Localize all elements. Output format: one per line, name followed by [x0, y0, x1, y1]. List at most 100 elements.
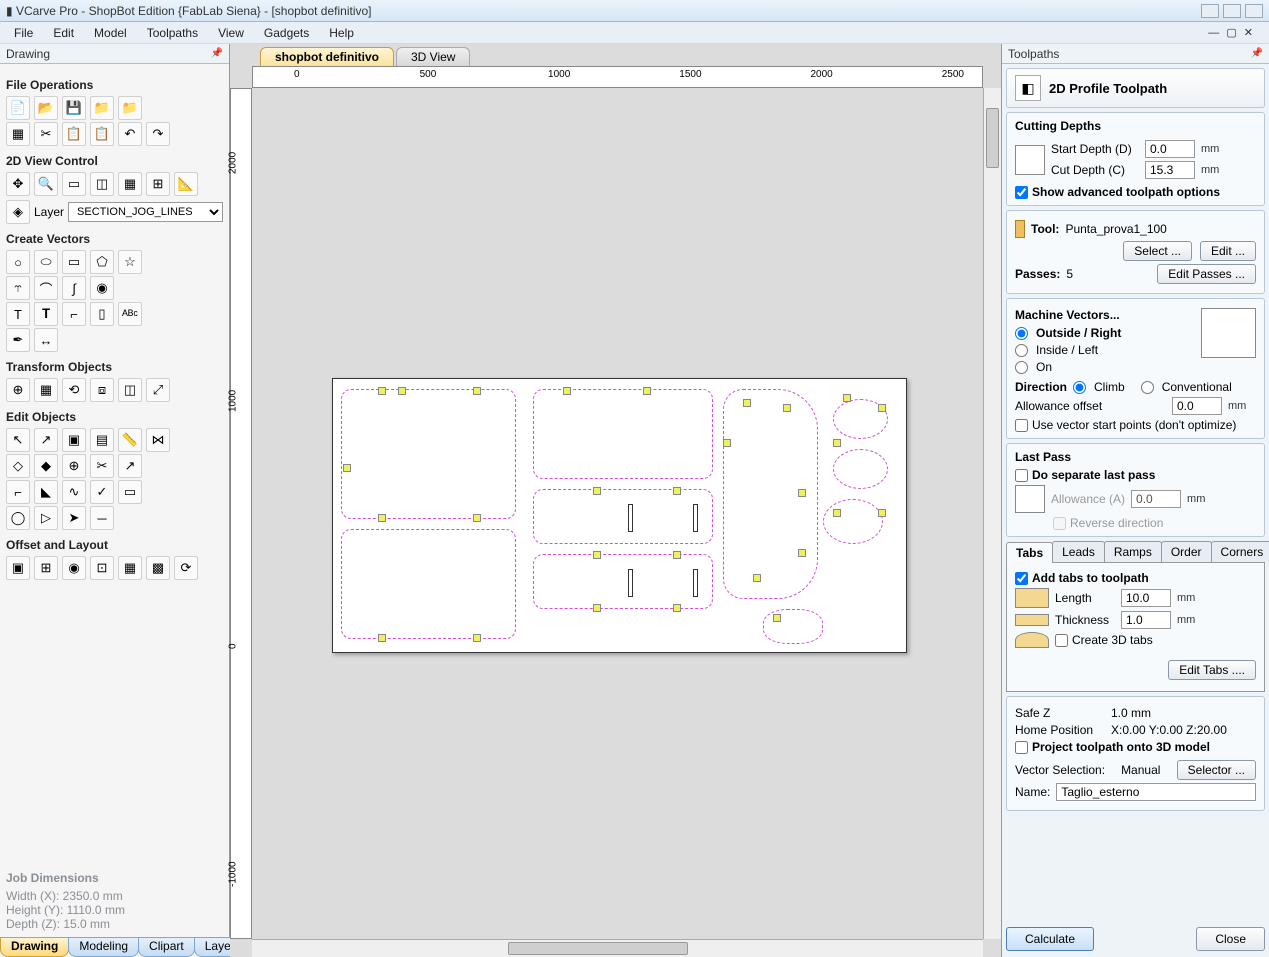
- inside-radio[interactable]: [1015, 344, 1028, 357]
- select-icon[interactable]: ↖: [6, 428, 30, 452]
- mirror-icon[interactable]: ⧈: [90, 378, 114, 402]
- snap-icon[interactable]: ⊞: [146, 172, 170, 196]
- undo-icon[interactable]: ↶: [118, 122, 142, 146]
- mdi-controls[interactable]: — ▢ ✕: [1198, 26, 1265, 39]
- vec-boundary-icon[interactable]: ▭: [118, 480, 142, 504]
- zoom-sel-icon[interactable]: ▭: [62, 172, 86, 196]
- conventional-radio[interactable]: [1141, 381, 1154, 394]
- zoom-fit-icon[interactable]: 🔍: [34, 172, 58, 196]
- use-start-points-checkbox[interactable]: [1015, 419, 1028, 432]
- copy-icon[interactable]: 📋: [62, 122, 86, 146]
- save-file-icon[interactable]: 💾: [62, 96, 86, 120]
- spiral-icon[interactable]: ◉: [90, 276, 114, 300]
- selector-button[interactable]: Selector ...: [1177, 760, 1256, 780]
- align-icon[interactable]: ▦: [34, 378, 58, 402]
- layer-select[interactable]: SECTION_JOG_LINES: [68, 202, 223, 222]
- guide-icon[interactable]: ▦: [118, 172, 142, 196]
- text-box-icon[interactable]: 𝐓: [34, 302, 58, 326]
- toolpath-name-input[interactable]: [1056, 783, 1256, 801]
- edit-passes-button[interactable]: Edit Passes ...: [1157, 264, 1256, 284]
- fillet-icon[interactable]: ⌐: [6, 480, 30, 504]
- subtab-order[interactable]: Order: [1161, 541, 1212, 562]
- layer-icon[interactable]: ◈: [6, 200, 30, 224]
- polygon-icon[interactable]: ⬠: [90, 250, 114, 274]
- extend-icon[interactable]: ↗: [118, 454, 142, 478]
- ellipse-icon[interactable]: ⬭: [34, 250, 58, 274]
- group-icon[interactable]: ▣: [62, 428, 86, 452]
- arrow-icon[interactable]: ➤: [62, 506, 86, 530]
- open-file-icon[interactable]: 📂: [34, 96, 58, 120]
- weld-icon[interactable]: ⊕: [62, 454, 86, 478]
- open-vec-icon[interactable]: ◆: [34, 454, 58, 478]
- subtab-corners[interactable]: Corners: [1211, 541, 1269, 562]
- close-button[interactable]: [1245, 4, 1263, 18]
- select-tool-button[interactable]: Select ...: [1123, 241, 1192, 261]
- pin-icon[interactable]: 📌: [1251, 48, 1263, 59]
- cut-depth-input[interactable]: [1145, 161, 1195, 179]
- view-tab-3d[interactable]: 3D View: [396, 47, 470, 66]
- pin-icon[interactable]: 📌: [211, 48, 223, 59]
- star-icon[interactable]: ☆: [118, 250, 142, 274]
- circle-icon[interactable]: ○: [6, 250, 30, 274]
- import2-icon[interactable]: 📁: [118, 96, 142, 120]
- arc-icon[interactable]: ⌒: [34, 276, 58, 300]
- show-advanced-checkbox[interactable]: [1015, 186, 1028, 199]
- cut-icon[interactable]: ✂: [34, 122, 58, 146]
- zoom-window-icon[interactable]: ◫: [90, 172, 114, 196]
- menu-help[interactable]: Help: [319, 26, 364, 40]
- tab-clipart[interactable]: Clipart: [138, 937, 195, 957]
- array-icon[interactable]: ⊞: [34, 556, 58, 580]
- add-tabs-checkbox[interactable]: [1015, 572, 1028, 585]
- tab-thickness-input[interactable]: [1121, 611, 1171, 629]
- plate-icon[interactable]: ▦: [118, 556, 142, 580]
- close-panel-button[interactable]: Close: [1196, 927, 1265, 951]
- menu-model[interactable]: Model: [84, 26, 137, 40]
- polyline-icon[interactable]: ⥾: [6, 276, 30, 300]
- redo-icon[interactable]: ↷: [146, 122, 170, 146]
- menu-file[interactable]: File: [4, 26, 43, 40]
- import-icon[interactable]: 📁: [90, 96, 114, 120]
- separate-last-pass-checkbox[interactable]: [1015, 469, 1028, 482]
- tab-length-input[interactable]: [1121, 589, 1171, 607]
- scrollbar-vertical[interactable]: [983, 88, 1001, 939]
- menu-edit[interactable]: Edit: [43, 26, 84, 40]
- job-setup-icon[interactable]: ▦: [6, 122, 30, 146]
- join-icon[interactable]: ⋈: [146, 428, 170, 452]
- tab-modeling[interactable]: Modeling: [68, 937, 139, 957]
- trim-icon[interactable]: ✂: [90, 454, 114, 478]
- close-vec-icon[interactable]: ◇: [6, 454, 30, 478]
- validate-icon[interactable]: ✓: [90, 480, 114, 504]
- minimize-button[interactable]: [1201, 4, 1219, 18]
- project-3d-checkbox[interactable]: [1015, 741, 1028, 754]
- text-curve-icon[interactable]: ⌐: [62, 302, 86, 326]
- rotate-icon[interactable]: ⟲: [62, 378, 86, 402]
- offset-icon[interactable]: ▣: [6, 556, 30, 580]
- edit-tabs-button[interactable]: Edit Tabs ....: [1168, 660, 1256, 680]
- menu-gadgets[interactable]: Gadgets: [254, 26, 319, 40]
- wrap-icon[interactable]: ⟳: [174, 556, 198, 580]
- scrollbar-horizontal[interactable]: [252, 939, 983, 957]
- menu-view[interactable]: View: [208, 26, 254, 40]
- curve-icon[interactable]: ∫: [62, 276, 86, 300]
- start-depth-input[interactable]: [1145, 140, 1195, 158]
- climb-radio[interactable]: [1073, 381, 1086, 394]
- curve-fit-icon[interactable]: ∿: [62, 480, 86, 504]
- pan-icon[interactable]: ✥: [6, 172, 30, 196]
- rect-icon[interactable]: ▭: [62, 250, 86, 274]
- subtab-tabs[interactable]: Tabs: [1006, 542, 1053, 563]
- move-icon[interactable]: ⊕: [6, 378, 30, 402]
- tab-drawing[interactable]: Drawing: [0, 937, 69, 957]
- canvas-2d[interactable]: [252, 88, 983, 939]
- trace-icon[interactable]: ✒: [6, 328, 30, 352]
- scale-icon[interactable]: ⤢: [146, 378, 170, 402]
- new-file-icon[interactable]: 📄: [6, 96, 30, 120]
- outside-radio[interactable]: [1015, 327, 1028, 340]
- distort-icon[interactable]: ◫: [118, 378, 142, 402]
- ruler-icon[interactable]: 📐: [174, 172, 198, 196]
- slice-icon[interactable]: ▷: [34, 506, 58, 530]
- text-icon[interactable]: T: [6, 302, 30, 326]
- dimension-icon[interactable]: ↔: [34, 328, 58, 352]
- line-icon[interactable]: ─: [90, 506, 114, 530]
- view-tab-2d[interactable]: shopbot definitivo: [260, 47, 394, 66]
- chamfer-icon[interactable]: ◣: [34, 480, 58, 504]
